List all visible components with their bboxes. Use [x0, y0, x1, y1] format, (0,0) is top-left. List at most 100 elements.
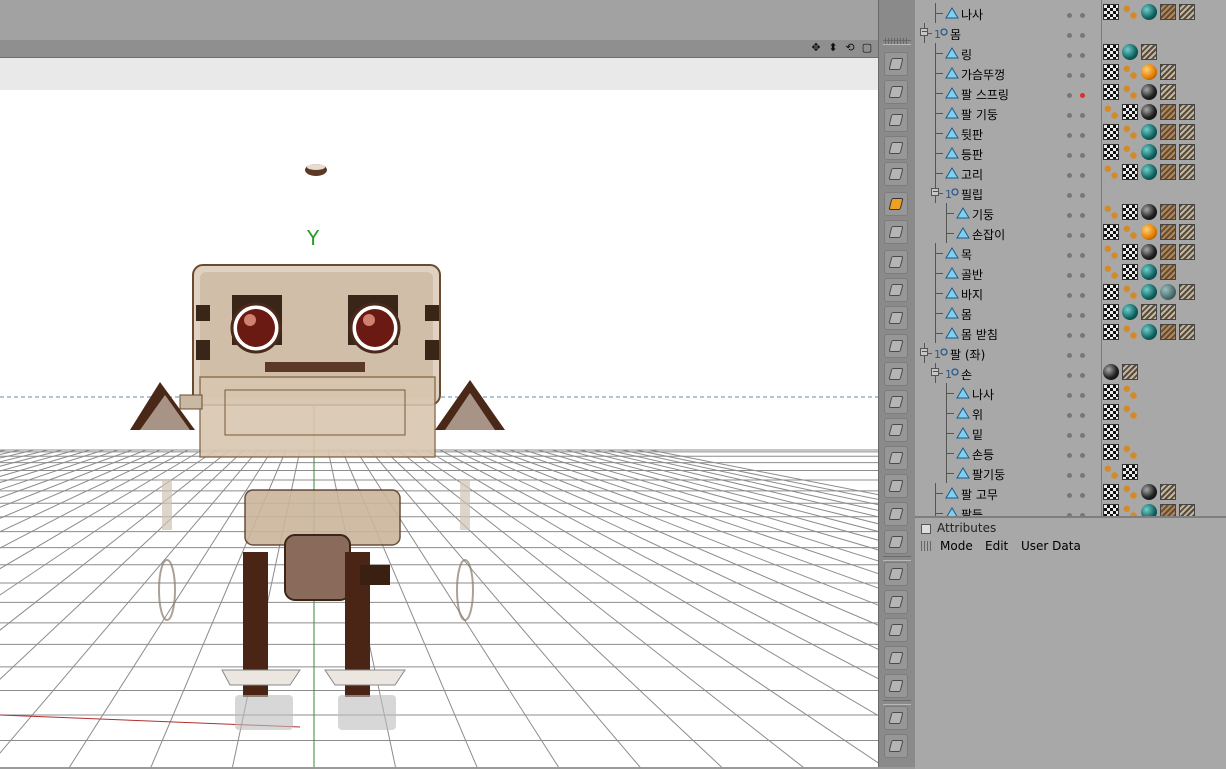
object-name[interactable]: 등판 [961, 146, 983, 163]
render-visibility-dot[interactable] [1080, 53, 1085, 58]
object-name[interactable]: 손 [961, 366, 972, 383]
uvw-tag-icon[interactable] [1122, 324, 1138, 340]
uvw-tag-icon[interactable] [1122, 384, 1138, 400]
object-row[interactable]: 위 [915, 403, 1226, 423]
object-row[interactable]: 가슴뚜껑 [915, 63, 1226, 83]
uvw-tag-icon[interactable] [1122, 404, 1138, 420]
object-row[interactable]: −1 필립 [915, 183, 1226, 203]
object-row[interactable]: 팔 기둥 [915, 103, 1226, 123]
texture-material-icon[interactable] [1122, 364, 1138, 380]
texture-material-icon[interactable] [1179, 124, 1195, 140]
visibility-dots[interactable] [1067, 67, 1093, 81]
render-visibility-dot[interactable] [1080, 193, 1085, 198]
wood-material-icon[interactable] [1160, 504, 1176, 516]
texture-material-icon[interactable] [1179, 504, 1195, 516]
menu-grip-icon[interactable] [921, 541, 931, 551]
material-tag-icon[interactable] [1141, 324, 1157, 340]
editor-visibility-dot[interactable] [1067, 133, 1072, 138]
editor-visibility-dot[interactable] [1067, 433, 1072, 438]
object-name[interactable]: 바지 [961, 286, 983, 303]
collapse-toggle-icon[interactable]: − [920, 348, 928, 356]
object-name[interactable]: 몸 [961, 306, 972, 323]
object-row[interactable]: 바지 [915, 283, 1226, 303]
panel-checkbox[interactable] [921, 523, 931, 534]
texture-tag-icon[interactable] [1103, 144, 1119, 160]
material-tag-icon[interactable] [1141, 64, 1157, 80]
texture-material-icon[interactable] [1141, 304, 1157, 320]
editor-visibility-dot[interactable] [1067, 353, 1072, 358]
menu-mode[interactable]: Mode [940, 539, 973, 553]
view-icon-2[interactable] [884, 590, 908, 614]
object-name[interactable]: 골반 [961, 266, 983, 283]
object-row[interactable]: 고리 [915, 163, 1226, 183]
texture-material-icon[interactable] [1179, 224, 1195, 240]
object-name[interactable]: 팔 기둥 [961, 106, 998, 123]
material-tag-icon[interactable] [1141, 144, 1157, 160]
uvw-tag-icon[interactable] [1122, 144, 1138, 160]
texture-tag-icon[interactable] [1103, 124, 1119, 140]
material-tag-icon[interactable] [1141, 264, 1157, 280]
texture-tag-icon[interactable] [1122, 104, 1138, 120]
visibility-dots[interactable] [1067, 367, 1093, 381]
material-tag-icon[interactable] [1141, 504, 1157, 516]
visibility-dots[interactable] [1067, 447, 1093, 461]
visibility-dots[interactable] [1067, 47, 1093, 61]
material-tag-icon[interactable] [1160, 284, 1176, 300]
render-visibility-dot[interactable] [1080, 473, 1085, 478]
texture-tag-icon[interactable] [1103, 84, 1119, 100]
object-row[interactable]: 몸 받침 [915, 323, 1226, 343]
object-name[interactable]: 몸 [950, 26, 961, 43]
object-name[interactable]: 팔 스프링 [961, 86, 1009, 103]
editor-visibility-dot[interactable] [1067, 393, 1072, 398]
quantize-icon[interactable] [884, 502, 908, 526]
visibility-dots[interactable] [1067, 267, 1093, 281]
object-row[interactable]: 밑 [915, 423, 1226, 443]
render-visibility-dot[interactable] [1080, 293, 1085, 298]
texture-tag-icon[interactable] [1103, 44, 1119, 60]
wood-material-icon[interactable] [1160, 324, 1176, 340]
move-icon[interactable]: ✥ [809, 41, 823, 55]
object-name[interactable]: 손잡이 [972, 226, 1005, 243]
object-row[interactable]: 등판 [915, 143, 1226, 163]
render-visibility-dot[interactable] [1080, 93, 1085, 98]
material-tag-icon[interactable] [1141, 164, 1157, 180]
editor-visibility-dot[interactable] [1067, 13, 1072, 18]
editor-visibility-dot[interactable] [1067, 473, 1072, 478]
visibility-dots[interactable] [1067, 387, 1093, 401]
axis-mode-icon[interactable] [884, 220, 908, 244]
visibility-dots[interactable] [1067, 227, 1093, 241]
collapse-toggle-icon[interactable]: − [920, 28, 928, 36]
collapse-toggle-icon[interactable]: − [931, 368, 939, 376]
object-mode-icon[interactable] [884, 162, 908, 186]
visibility-dots[interactable] [1067, 507, 1093, 516]
uv-polygons-icon[interactable] [884, 362, 908, 386]
texture-material-icon[interactable] [1179, 284, 1195, 300]
editor-visibility-dot[interactable] [1067, 293, 1072, 298]
editor-visibility-dot[interactable] [1067, 313, 1072, 318]
render-visibility-dot[interactable] [1080, 353, 1085, 358]
uvw-tag-icon[interactable] [1103, 164, 1119, 180]
texture-material-icon[interactable] [1179, 4, 1195, 20]
object-row[interactable]: 손잡이 [915, 223, 1226, 243]
editor-visibility-dot[interactable] [1067, 273, 1072, 278]
view-icon-3[interactable] [884, 618, 908, 642]
editor-visibility-dot[interactable] [1067, 73, 1072, 78]
panel-grip[interactable] [885, 38, 907, 44]
texture-tag-icon[interactable] [1103, 304, 1119, 320]
object-name[interactable]: 팔 고무 [961, 486, 998, 503]
visibility-dots[interactable] [1067, 147, 1093, 161]
texture-material-icon[interactable] [1179, 104, 1195, 120]
model-mode-icon[interactable] [884, 136, 908, 160]
collapse-toggle-icon[interactable]: − [931, 188, 939, 196]
editor-visibility-dot[interactable] [1067, 373, 1072, 378]
render-visibility-dot[interactable] [1080, 273, 1085, 278]
editor-visibility-dot[interactable] [1067, 213, 1072, 218]
live-select-icon[interactable] [884, 530, 908, 554]
object-row[interactable]: −1 팔 (좌) [915, 343, 1226, 363]
visibility-dots[interactable] [1067, 287, 1093, 301]
uvw-tag-icon[interactable] [1122, 284, 1138, 300]
visibility-dots[interactable] [1067, 187, 1093, 201]
material-tag-icon[interactable] [1141, 244, 1157, 260]
texture-material-icon[interactable] [1179, 164, 1195, 180]
workplane-icon[interactable] [884, 418, 908, 442]
